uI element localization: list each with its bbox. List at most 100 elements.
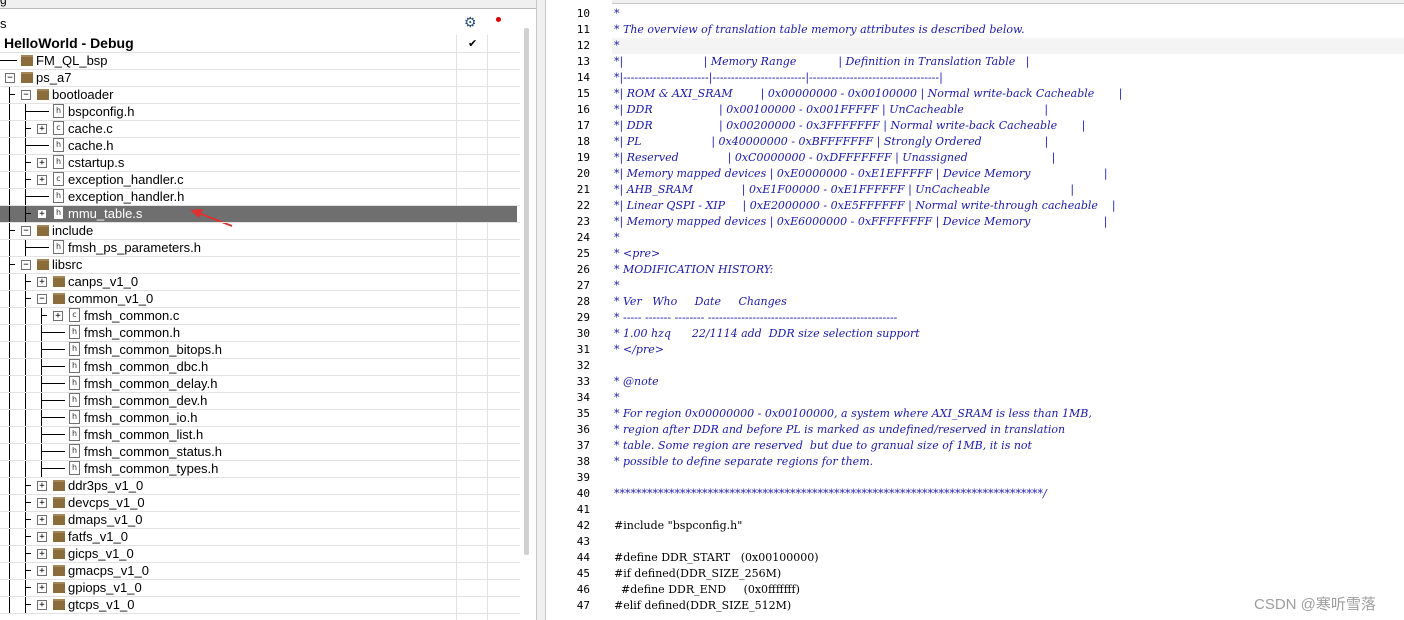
row-separator	[0, 205, 520, 206]
line-number: 44	[576, 551, 590, 564]
code-line[interactable]: #elif defined(DDR_SIZE_512M)	[614, 598, 791, 614]
comment-line[interactable]: *| PL | 0x40000000 - 0xBFFFFFFF | Strong…	[614, 134, 1048, 150]
comment-line[interactable]: *| Memory mapped devices | 0xE0000000 - …	[614, 166, 1108, 182]
pane-splitter[interactable]	[536, 0, 546, 620]
comment-line[interactable]: * possible to define separate regions fo…	[614, 454, 873, 470]
comment-line[interactable]: *	[614, 6, 620, 22]
row-separator	[0, 341, 520, 342]
row-separator	[0, 256, 520, 257]
comment-line[interactable]: * MODIFICATION HISTORY:	[614, 262, 773, 278]
line-number: 28	[576, 295, 590, 308]
row-separator	[0, 511, 520, 512]
line-number: 19	[576, 151, 590, 164]
line-number: 12	[576, 39, 590, 52]
comment-line[interactable]: * 1.00 hzq 22/1114 add DDR size selectio…	[614, 326, 920, 342]
line-number: 45	[576, 567, 590, 580]
line-number: 40	[576, 487, 590, 500]
row-separator	[0, 171, 520, 172]
comment-line[interactable]: *	[614, 230, 620, 246]
row-separator	[0, 188, 520, 189]
line-number: 21	[576, 183, 590, 196]
line-number: 25	[576, 247, 590, 260]
row-separator	[0, 613, 520, 614]
row-separator	[0, 477, 520, 478]
row-separator	[0, 409, 520, 410]
comment-line[interactable]: *| DDR | 0x00200000 - 0x3FFFFFFF | Norma…	[614, 118, 1085, 134]
comment-line[interactable]: * </pre>	[614, 342, 664, 358]
line-number: 14	[576, 71, 590, 84]
comment-line[interactable]: *| Memory mapped devices | 0xE6000000 - …	[614, 214, 1107, 230]
comment-line[interactable]: * table. Some region are reserved but du…	[614, 438, 1032, 454]
row-separator	[0, 324, 520, 325]
code-line[interactable]: #if defined(DDR_SIZE_256M)	[614, 566, 781, 582]
comment-line[interactable]: *	[614, 278, 620, 294]
annotation-arrow-icon	[190, 209, 233, 227]
comment-line[interactable]: * Ver Who Date Changes	[614, 294, 787, 310]
code-editor[interactable]: 10 11 12 13 14 15 16 17 18 19 20 21 22 23 24 25 26 27 28 29…	[546, 0, 1404, 620]
line-number: 11	[576, 23, 590, 36]
comment-line[interactable]: * region after DDR and before PL is mark…	[614, 422, 1065, 438]
comment-line[interactable]: * For region 0x00000000 - 0x00100000, a …	[614, 406, 1092, 422]
row-separator	[0, 426, 520, 427]
line-number: 47	[576, 599, 590, 612]
code-line[interactable]: #define DDR_START (0x00100000)	[614, 550, 819, 566]
line-number: 16	[576, 103, 590, 116]
row-separator	[0, 358, 520, 359]
line-number: 24	[576, 231, 590, 244]
comment-line[interactable]: *| | Memory Range | Definition in Transl…	[614, 54, 1029, 70]
code-line[interactable]: #include "bspconfig.h"	[614, 518, 742, 534]
line-number: 41	[576, 503, 590, 516]
line-number: 29	[576, 311, 590, 324]
comment-line[interactable]: *| AHB_SRAM | 0xE1F00000 - 0xE1FFFFFF | …	[614, 182, 1074, 198]
comment-line[interactable]: * ----- ------- -------- ---------------…	[614, 310, 897, 326]
row-separator	[0, 545, 520, 546]
line-number: 13	[576, 55, 590, 68]
fold-strip	[608, 0, 612, 620]
comment-line[interactable]: * The overview of translation table memo…	[614, 22, 1025, 38]
line-number: 35	[576, 407, 590, 420]
row-separator	[0, 52, 520, 53]
current-line-highlight	[612, 38, 1404, 54]
row-separator	[0, 222, 520, 223]
row-separator	[0, 307, 520, 308]
code-line[interactable]: #define DDR_END (0x0fffffff)	[614, 582, 800, 598]
line-number: 27	[576, 279, 590, 292]
comment-line[interactable]: *| DDR | 0x00100000 - 0x001FFFFF | UnCac…	[614, 102, 1048, 118]
row-separator	[0, 154, 520, 155]
row-separator	[0, 579, 520, 580]
line-number: 39	[576, 471, 590, 484]
row-separator	[0, 137, 520, 138]
line-number: 34	[576, 391, 590, 404]
comment-line[interactable]: *|-----------------------|--------------…	[614, 70, 943, 86]
comment-line[interactable]: *	[614, 38, 620, 54]
comment-line[interactable]: * <pre>	[614, 246, 660, 262]
row-separator	[0, 69, 520, 70]
comment-line[interactable]: *	[614, 390, 620, 406]
comment-line[interactable]: *| ROM & AXI_SRAM | 0x00000000 - 0x00100…	[614, 86, 1122, 102]
comment-line[interactable]: *| Reserved | 0xC0000000 - 0xDFFFFFFF | …	[614, 150, 1055, 166]
row-separator	[0, 103, 520, 104]
row-separator	[0, 596, 520, 597]
line-number: 30	[576, 327, 590, 340]
line-number: 36	[576, 423, 590, 436]
line-number: 23	[576, 215, 590, 228]
row-separator	[0, 494, 520, 495]
line-number: 22	[576, 199, 590, 212]
line-number: 32	[576, 359, 590, 372]
line-number: 15	[576, 87, 590, 100]
line-number: 43	[576, 535, 590, 548]
line-number: 37	[576, 439, 590, 452]
line-number: 20	[576, 167, 590, 180]
editor-top-border	[546, 0, 1404, 4]
line-number: 42	[576, 519, 590, 532]
row-separator	[0, 273, 520, 274]
project-explorer: g s ⚙ ✔ HelloWorld - Debug FM_QL_bsp − ps_a…	[0, 0, 536, 620]
comment-line[interactable]: * @note	[614, 374, 659, 390]
line-number: 31	[576, 343, 590, 356]
line-number: 33	[576, 375, 590, 388]
comment-line[interactable]: ****************************************…	[614, 486, 1047, 502]
row-separator	[0, 562, 520, 563]
row-separator	[0, 528, 520, 529]
comment-line[interactable]: *| Linear QSPI - XIP | 0xE2000000 - 0xE5…	[614, 198, 1116, 214]
row-separator	[0, 239, 520, 240]
